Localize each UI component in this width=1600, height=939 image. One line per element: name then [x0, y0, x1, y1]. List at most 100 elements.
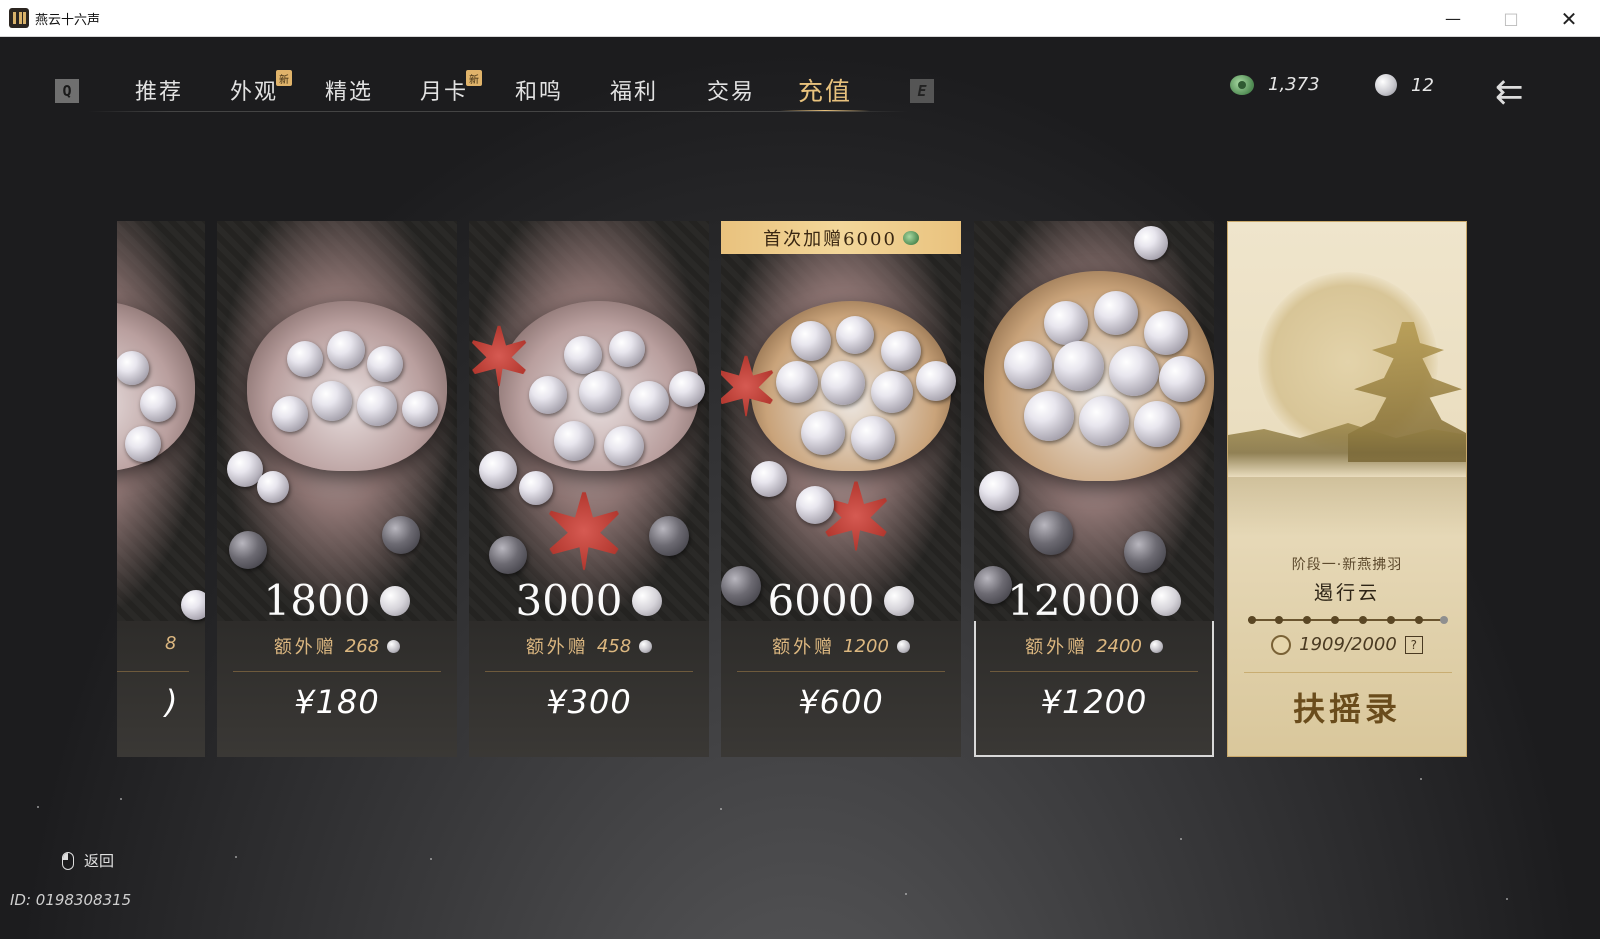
card-bonus: 额外赠 2400	[974, 633, 1214, 659]
tab-monthly-card[interactable]: 月卡	[420, 74, 468, 106]
pearl-art	[1144, 311, 1188, 355]
background-star	[235, 856, 237, 858]
background-star	[1180, 838, 1182, 840]
pearl-art	[125, 426, 161, 462]
pearl-art	[871, 371, 913, 413]
progress-node	[1440, 616, 1448, 624]
background-star	[905, 893, 907, 895]
back-hint[interactable]: 返回	[62, 850, 114, 871]
maximize-button[interactable]: □	[1482, 0, 1540, 37]
pearl-art	[229, 531, 267, 569]
progress-node	[1331, 616, 1339, 624]
card-bonus: 额外赠 268	[217, 633, 457, 659]
pearl-currency[interactable]: 12	[1375, 74, 1434, 96]
mouse-icon	[62, 851, 74, 870]
recharge-card-3000[interactable]: 3000 额外赠 458 ¥300	[469, 221, 709, 757]
water-art	[1228, 477, 1466, 537]
card-artwork	[469, 221, 709, 621]
recharge-card-12000[interactable]: 12000 额外赠 2400 ¥1200	[974, 221, 1214, 757]
minimize-button[interactable]: —	[1424, 0, 1482, 37]
pearl-art	[479, 451, 517, 489]
pearl-shell-art	[247, 301, 447, 471]
pearl-art	[554, 421, 594, 461]
card-bonus-label: 额外赠	[525, 637, 589, 658]
tab-recommend[interactable]: 推荐	[135, 74, 183, 106]
back-hint-label: 返回	[84, 852, 115, 870]
pearl-icon	[896, 639, 910, 653]
pearl-art	[851, 416, 895, 460]
window-titlebar: 燕云十六声 — □ ✕	[0, 0, 1600, 37]
jade-currency[interactable]: 1,373	[1230, 74, 1320, 95]
pearl-art	[287, 341, 323, 377]
recharge-card-6000[interactable]: 首次加赠6000 6000 额外赠 1200 ¥600	[721, 221, 961, 757]
pearl-art	[1134, 401, 1180, 447]
pearl-art	[821, 361, 865, 405]
progress-node	[1248, 616, 1256, 624]
card-price-partial: )	[165, 683, 178, 721]
card-divider	[233, 671, 441, 672]
recharge-card-partial[interactable]: 8 )	[117, 221, 205, 757]
pearl-art	[1124, 531, 1166, 573]
background-star	[37, 806, 39, 808]
card-amount: 3000	[469, 576, 709, 625]
pearl-icon	[1150, 585, 1181, 616]
tab-featured[interactable]: 精选	[325, 74, 373, 106]
card-artwork	[974, 221, 1214, 621]
card-bonus-value: 268	[344, 635, 380, 657]
pearl-art	[327, 331, 365, 369]
pearl-art	[629, 381, 669, 421]
card-divider	[737, 671, 945, 672]
help-icon[interactable]: ?	[1404, 635, 1423, 654]
tab-trade[interactable]: 交易	[707, 74, 755, 106]
jade-icon	[902, 230, 919, 245]
pearl-art	[140, 386, 176, 422]
pearl-art	[257, 471, 289, 503]
card-divider	[485, 671, 693, 672]
pearl-art	[1004, 341, 1052, 389]
card-artwork	[721, 221, 961, 621]
back-arrow-icon[interactable]: ⇇	[1495, 72, 1545, 112]
background-star	[430, 858, 432, 860]
fuyao-promo-card[interactable]: 阶段一·新燕拂羽 遏行云 1909/2000 ? 扶摇录	[1227, 221, 1467, 757]
card-artwork	[217, 221, 457, 621]
tab-appearance[interactable]: 外观	[230, 74, 278, 106]
pearl-art	[1159, 356, 1205, 402]
pearl-icon	[1149, 639, 1163, 653]
card-bonus-label: 额外赠	[772, 637, 836, 658]
pearl-art	[836, 316, 874, 354]
pearl-art	[1054, 341, 1104, 391]
pearl-icon	[632, 585, 663, 616]
maple-leaf-art	[539, 486, 629, 576]
card-amount-value: 3000	[515, 576, 623, 625]
game-viewport: Q 推荐 外观 新 精选 月卡 新 和鸣 福利 交易 充值 E 1,373 12…	[0, 38, 1600, 939]
pearl-art	[489, 536, 527, 574]
tab-recharge[interactable]: 充值	[798, 72, 852, 106]
pearl-art	[1109, 346, 1159, 396]
tab-welfare[interactable]: 福利	[610, 74, 658, 106]
card-price: ¥1200	[1040, 683, 1148, 721]
key-hint-q[interactable]: Q	[55, 79, 79, 103]
background-star	[1420, 778, 1422, 780]
background-star	[1506, 898, 1508, 900]
key-hint-e[interactable]: E	[910, 79, 934, 103]
new-badge: 新	[466, 70, 482, 86]
promo-progress-track	[1248, 616, 1448, 624]
pearl-art	[791, 321, 831, 361]
window-title: 燕云十六声	[35, 12, 101, 28]
pearl-art	[1094, 291, 1138, 335]
card-price: ¥600	[798, 683, 884, 721]
card-amount-value: 1800	[263, 576, 371, 625]
pearl-art	[979, 471, 1019, 511]
recharge-card-1800[interactable]: 1800 额外赠 268 ¥180	[217, 221, 457, 757]
user-id: ID: 0198308315	[10, 891, 132, 909]
pearl-art	[796, 486, 834, 524]
card-bonus-label: 额外赠	[273, 637, 337, 658]
pearl-amount: 12	[1411, 74, 1434, 96]
pearl-art	[604, 426, 644, 466]
close-button[interactable]: ✕	[1540, 0, 1598, 37]
pearl-art	[272, 396, 308, 432]
tab-harmony[interactable]: 和鸣	[515, 74, 563, 106]
nav-divider	[88, 111, 908, 112]
first-bonus-text: 首次加赠6000	[763, 228, 897, 250]
card-bonus: 额外赠 1200	[721, 633, 961, 659]
